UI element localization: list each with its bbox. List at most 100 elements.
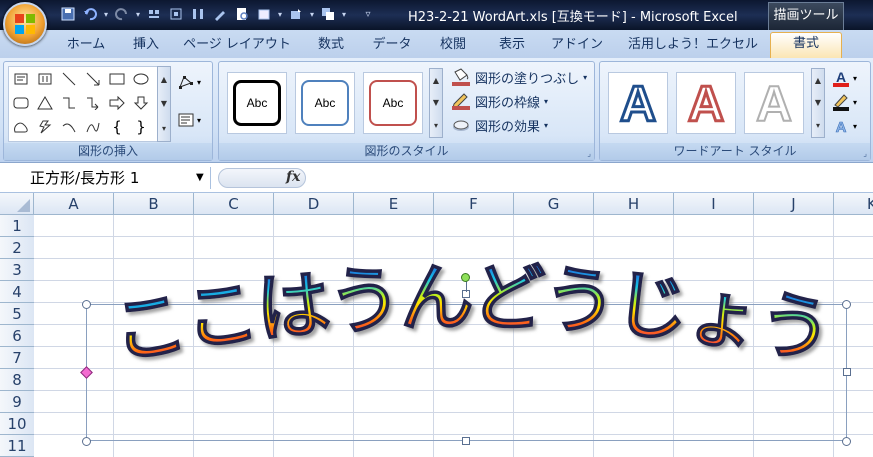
wordart-char: こ (107, 280, 194, 377)
wordart-style-gray[interactable]: A (744, 72, 804, 134)
column-header-i[interactable]: I (674, 193, 754, 215)
column-header-b[interactable]: B (114, 193, 194, 215)
text-box-icon[interactable] (11, 69, 31, 89)
tab-home[interactable]: ホーム (58, 34, 114, 56)
column-header-c[interactable]: C (194, 193, 274, 215)
right-arrow-icon[interactable] (107, 93, 127, 113)
column-header-f[interactable]: F (434, 193, 514, 215)
wordart-char: う (752, 280, 839, 377)
shape-gallery: { } (8, 66, 158, 142)
down-arrow-icon[interactable] (131, 93, 151, 113)
customize-qat-icon[interactable]: ▿ (358, 5, 378, 23)
arc-icon[interactable] (59, 117, 79, 137)
wordart-char: う (541, 256, 619, 346)
text-fill-button[interactable]: A ▾ (832, 68, 866, 88)
redo-icon[interactable] (112, 5, 132, 23)
select-all-corner[interactable] (0, 193, 34, 215)
text-effects-icon: A (835, 119, 847, 135)
left-brace-icon[interactable]: { (107, 117, 127, 137)
text-fill-icon: A (833, 69, 849, 87)
wordart-text[interactable]: ここはうんどうじょう (0, 215, 873, 457)
preview-icon[interactable] (232, 5, 252, 23)
shape-style-red[interactable]: Abc (363, 72, 423, 134)
wordart-sample-red: A (686, 75, 725, 131)
oval-icon[interactable] (131, 69, 151, 89)
shape-fill-button[interactable]: 図形の塗りつぶし ▾ (451, 68, 587, 87)
rectangle-icon[interactable] (107, 69, 127, 89)
align-icon[interactable] (144, 5, 164, 23)
shape-outline-button[interactable]: 図形の枠線 ▾ (451, 92, 548, 111)
name-box-dropdown-icon[interactable]: ▼ (196, 172, 204, 183)
worksheet-grid[interactable]: A B C D E F G H I J K 1 2 3 4 5 6 7 8 9 … (0, 193, 873, 457)
text-effects-button[interactable]: A ▾ (832, 116, 866, 136)
dropdown-arrow-icon[interactable]: ▾ (340, 5, 348, 23)
tab-excel-tips[interactable]: 活用しよう！エクセル (618, 34, 768, 56)
tab-page-layout[interactable]: ページ レイアウト (178, 34, 296, 56)
elbow-arrow-icon[interactable] (83, 93, 103, 113)
column-header-e[interactable]: E (354, 193, 434, 215)
formula-bar: 正方形/長方形 1 ▼ fx (0, 163, 873, 193)
dialog-launcher-icon[interactable]: ⌟ (863, 149, 867, 158)
insert-function-icon[interactable]: fx (286, 169, 300, 185)
tab-view[interactable]: 表示 (488, 34, 536, 56)
wordart-char: じ (611, 261, 692, 353)
tab-data[interactable]: データ (366, 34, 418, 56)
freeform-icon[interactable] (11, 117, 31, 137)
tab-insert[interactable]: 挿入 (124, 34, 168, 56)
column-header-a[interactable]: A (34, 193, 114, 215)
arrow-line-icon[interactable] (83, 69, 103, 89)
shape-style-blue[interactable]: Abc (295, 72, 355, 134)
style-sample-text: Abc (233, 80, 281, 126)
shape-outline-label: 図形の枠線 (475, 95, 541, 111)
tab-formulas[interactable]: 数式 (306, 34, 356, 56)
name-box[interactable]: 正方形/長方形 1 (0, 167, 211, 189)
shape-icon[interactable] (254, 5, 274, 23)
office-button[interactable] (3, 2, 47, 46)
wordart-char: ん (399, 255, 474, 342)
ribbon-tab-bar: ホーム 挿入 ページ レイアウト 数式 データ 校閲 表示 アドイン 活用しよう… (0, 30, 873, 58)
formula-input[interactable] (310, 167, 870, 189)
elbow-connector-icon[interactable] (59, 93, 79, 113)
edit-shape-icon[interactable] (210, 5, 230, 23)
tab-format[interactable]: 書式 (770, 32, 842, 58)
shape-style-black[interactable]: Abc (227, 72, 287, 134)
rounded-rectangle-icon[interactable] (11, 93, 31, 113)
column-header-g[interactable]: G (514, 193, 594, 215)
tab-review[interactable]: 校閲 (428, 34, 478, 56)
shape-effects-button[interactable]: 図形の効果 ▾ (451, 116, 548, 135)
column-header-d[interactable]: D (274, 193, 354, 215)
style-sample-text: Abc (369, 80, 417, 126)
order-icon[interactable] (318, 5, 338, 23)
column-header-j[interactable]: J (754, 193, 834, 215)
shape-gallery-scroll[interactable]: ▲ ▼ ▾ (157, 66, 171, 142)
rotate-icon[interactable] (286, 5, 306, 23)
wordart-char: う (326, 256, 404, 346)
shape-styles-scroll[interactable]: ▲ ▼ ▾ (429, 68, 443, 138)
dialog-launcher-icon[interactable]: ⌟ (587, 149, 591, 158)
triangle-icon[interactable] (35, 93, 55, 113)
group-icon[interactable] (166, 5, 186, 23)
column-header-k[interactable]: K (834, 193, 873, 215)
distribute-icon[interactable] (188, 5, 208, 23)
dropdown-arrow-icon[interactable]: ▾ (102, 5, 110, 23)
dropdown-arrow-icon[interactable]: ▾ (134, 5, 142, 23)
wordart-style-red[interactable]: A (676, 72, 736, 134)
lightning-icon[interactable] (35, 117, 55, 137)
text-box-button[interactable]: ▾ (178, 110, 208, 130)
line-icon[interactable] (59, 69, 79, 89)
undo-icon[interactable] (80, 5, 100, 23)
column-header-h[interactable]: H (594, 193, 674, 215)
save-icon[interactable] (58, 5, 78, 23)
text-outline-button[interactable]: ▾ (832, 92, 866, 112)
curve-icon[interactable] (83, 117, 103, 137)
right-brace-icon[interactable]: } (131, 117, 151, 137)
tab-addins[interactable]: アドイン (546, 34, 608, 56)
shape-effects-icon (453, 120, 469, 131)
dropdown-arrow-icon[interactable]: ▾ (276, 5, 284, 23)
vertical-text-box-icon[interactable] (35, 69, 55, 89)
dropdown-arrow-icon[interactable]: ▾ (308, 5, 316, 23)
edit-shape-button[interactable]: ▾ (178, 72, 208, 92)
excel-window: ▾ ▾ ▾ ▾ ▾ ▿ H23-2-21 WordArt.xls [互換モード]… (0, 0, 873, 457)
wordart-styles-scroll[interactable]: ▲ ▼ ▾ (811, 68, 825, 138)
wordart-style-blue[interactable]: A (608, 72, 668, 134)
